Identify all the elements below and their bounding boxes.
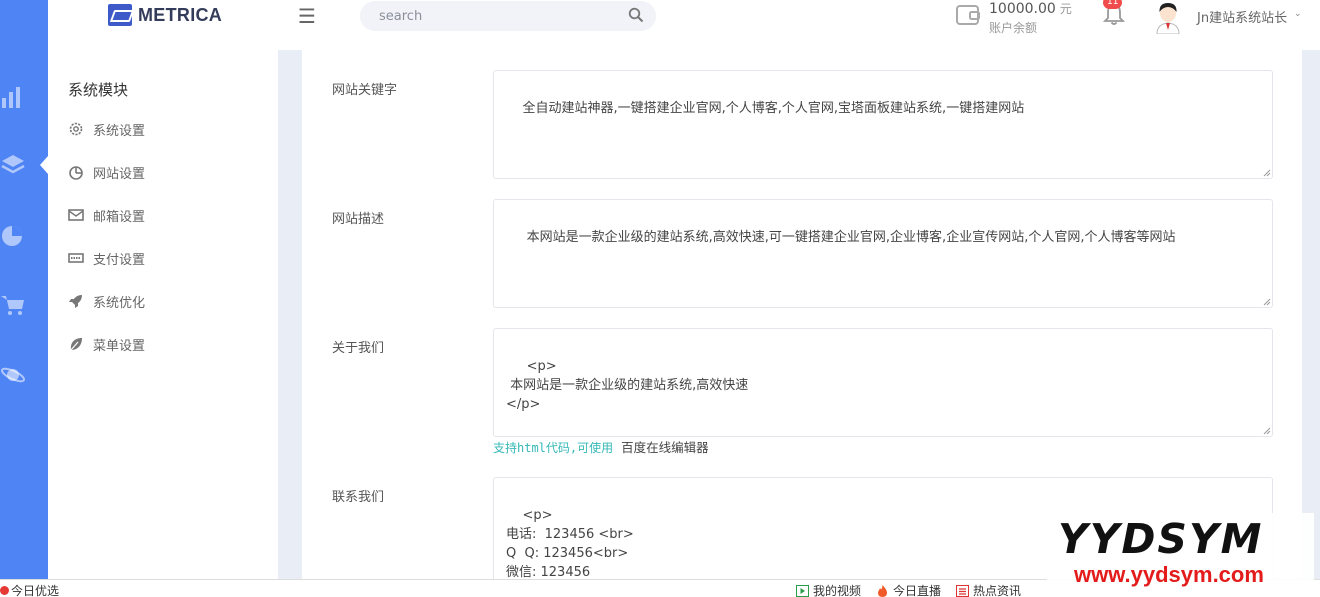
watermark-title: YYDSYM [1058, 515, 1264, 563]
top-header: METRICA ☰ 10000.00元 账户余额 11 Jn建站系统站长 ⌄ [0, 0, 1320, 50]
hot-news-link[interactable]: 热点资讯 [956, 582, 1021, 597]
keywords-label: 网站关键字 [332, 83, 398, 98]
sidebar-item-payment-settings[interactable]: 支付设置 [68, 247, 145, 269]
editor-link[interactable]: 百度在线编辑器 [621, 440, 709, 455]
live-today-label: 今日直播 [893, 584, 942, 597]
description-value: 本网站是一款企业级的建站系统,高效快速,可一键搭建企业官网,企业博客,企业宣传网… [522, 230, 1176, 245]
active-indicator [40, 156, 48, 174]
play-icon [796, 584, 809, 597]
search-input[interactable] [360, 1, 620, 31]
balance-unit: 元 [1059, 2, 1072, 16]
about-label: 关于我们 [332, 341, 385, 356]
sidebar-item-label: 支付设置 [93, 252, 146, 268]
resize-grip-icon[interactable] [1262, 426, 1271, 435]
hot-news-label: 热点资讯 [973, 584, 1022, 597]
gear-icon [69, 122, 83, 136]
icon-rail [0, 0, 48, 597]
resize-grip-icon[interactable] [1262, 168, 1271, 177]
logo-icon [108, 4, 132, 26]
sidebar-item-label: 网站设置 [93, 166, 146, 182]
pie-chart-icon[interactable] [0, 222, 26, 248]
news-icon [956, 584, 969, 597]
description-textarea[interactable]: 本网站是一款企业级的建站系统,高效快速,可一键搭建企业官网,企业博客,企业宣传网… [493, 199, 1273, 308]
today-picks[interactable]: 今日优选 [0, 582, 59, 597]
description-label: 网站描述 [332, 212, 385, 227]
resize-grip-icon[interactable] [1262, 297, 1271, 306]
live-today-link[interactable]: 今日直播 [876, 582, 941, 597]
sidebar-item-system-optimization[interactable]: 系统优化 [68, 290, 145, 312]
sidebar-item-label: 邮箱设置 [93, 209, 146, 225]
my-videos-link[interactable]: 我的视频 [796, 582, 861, 597]
red-dot-icon [0, 586, 9, 595]
bar-chart-icon[interactable] [0, 84, 26, 110]
balance-amount: 10000.00 元 [989, 0, 1072, 17]
card-icon [68, 253, 84, 263]
search-icon[interactable] [628, 7, 644, 23]
sidebar-item-label: 系统优化 [93, 295, 146, 311]
my-videos-label: 我的视频 [813, 584, 862, 597]
balance-label: 账户余额 [989, 21, 1038, 35]
leaf-icon [70, 338, 82, 351]
brand-logo[interactable]: METRICA [108, 4, 222, 26]
wallet-icon [956, 5, 980, 25]
flame-icon [878, 584, 887, 597]
avatar[interactable] [1153, 0, 1183, 34]
planet-icon[interactable] [0, 362, 26, 388]
sidebar-item-label: 菜单设置 [93, 338, 146, 354]
user-name[interactable]: Jn建站系统站长 [1197, 7, 1287, 26]
layers-icon[interactable] [0, 152, 26, 178]
envelope-icon [68, 209, 84, 221]
cart-icon[interactable] [0, 292, 26, 318]
sidebar-title: 系统模块 [68, 81, 129, 99]
sidebar-item-menu-settings[interactable]: 菜单设置 [68, 333, 145, 355]
keywords-textarea[interactable]: 全自动建站神器,一键搭建企业官网,个人博客,个人官网,宝塔面板建站系统,一键搭建… [493, 70, 1273, 179]
search-bar [360, 1, 656, 31]
today-picks-label: 今日优选 [11, 584, 60, 597]
rocket-icon [69, 295, 82, 308]
contact-label: 联系我们 [332, 490, 385, 505]
chevron-down-icon[interactable]: ⌄ [1294, 9, 1302, 19]
about-value: <p> 本网站是一款企业级的建站系统,高效快速 </p> [506, 359, 749, 412]
watermark-url: www.yydsym.com [1074, 562, 1264, 587]
keywords-value: 全自动建站神器,一键搭建企业官网,个人博客,个人官网,宝塔面板建站系统,一键搭建… [522, 101, 1025, 116]
balance-value: 10000.00 [989, 1, 1056, 17]
hamburger-icon[interactable]: ☰ [298, 4, 316, 28]
brand-name: METRICA [138, 4, 223, 25]
sidebar-item-system-settings[interactable]: 系统设置 [68, 118, 145, 140]
sidebar-item-email-settings[interactable]: 邮箱设置 [68, 204, 145, 226]
pie-icon [69, 166, 83, 180]
sidebar-item-label: 系统设置 [93, 123, 146, 139]
about-textarea[interactable]: <p> 本网站是一款企业级的建站系统,高效快速 </p> [493, 328, 1273, 437]
html-hint: 支持html代码,可使用 百度在线编辑器 [493, 437, 709, 456]
module-sidebar: 系统模块 系统设置 网站设置 邮箱设置 支付设置 系统优化 菜单设置 [48, 50, 278, 597]
sidebar-item-website-settings[interactable]: 网站设置 [68, 161, 145, 183]
html-hint-text: 支持html代码,可使用 [493, 441, 614, 455]
